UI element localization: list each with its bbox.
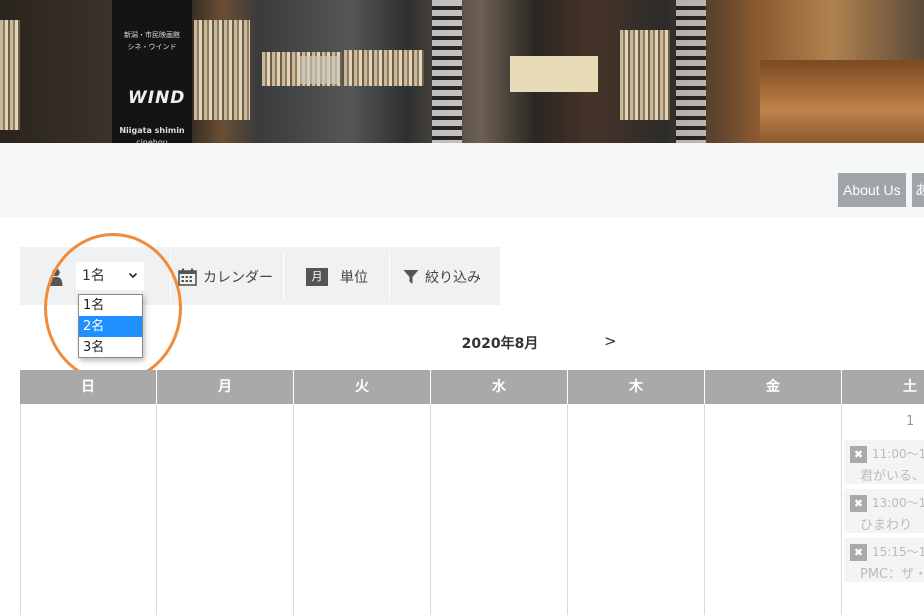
month-title: 2020年8月 [461, 336, 539, 352]
event-time: 15:15～1 [872, 545, 924, 559]
weekday-sat: 土 [903, 379, 917, 395]
unit-button[interactable]: 月 単位 [306, 266, 368, 288]
month-unit-badge: 月 [306, 268, 328, 286]
event-time: 11:00～12: [872, 447, 924, 461]
weekday-mon: 月 [218, 379, 232, 395]
filter-icon [403, 270, 419, 284]
header-bar [0, 143, 924, 217]
wind-logo: WIND [128, 88, 186, 108]
calendar-view-button[interactable]: カレンダー [178, 266, 273, 288]
grid-line [567, 370, 568, 404]
event-title: PMC：ザ・ [860, 567, 924, 582]
filter-button[interactable]: 絞り込み [403, 266, 481, 288]
weekday-sun: 日 [81, 379, 95, 395]
weekday-tue: 火 [355, 379, 369, 395]
banner-image: 新潟・市民映画館 シネ・ウインド WIND Niigata shimin cin… [0, 0, 924, 143]
grid-line [430, 404, 431, 615]
event-item[interactable]: ✖ 13:00～1 ひまわり [844, 489, 924, 533]
grid-line [567, 404, 568, 615]
filter-label: 絞り込み [425, 270, 481, 286]
close-icon[interactable]: ✖ [850, 446, 867, 463]
event-item[interactable]: ✖ 11:00～12: 君がいる、 [844, 440, 924, 484]
grid-line [841, 370, 842, 404]
annotation-highlight-circle [44, 233, 182, 383]
event-title: 君がいる、 [860, 469, 924, 484]
toolbar-divider [283, 252, 284, 300]
nav-about-us[interactable]: About Us [838, 173, 906, 207]
grid-line [20, 404, 21, 615]
event-item[interactable]: ✖ 15:15～1 PMC：ザ・ [844, 538, 924, 582]
weekday-fri: 金 [766, 379, 780, 395]
film-strip-decoration [432, 0, 462, 143]
sign-text-2: シネ・ウインド [127, 43, 177, 51]
toolbar-divider [389, 252, 390, 300]
cinema-sign: 新潟・市民映画館 シネ・ウインド WIND Niigata shimin cin… [112, 0, 192, 143]
grid-line [293, 370, 294, 404]
next-month-arrow[interactable]: > [604, 332, 617, 350]
film-strip-decoration-2 [676, 0, 706, 143]
close-icon[interactable]: ✖ [850, 495, 867, 512]
event-title: ひまわり [860, 518, 913, 533]
grid-line [704, 370, 705, 404]
sign-text-1: 新潟・市民映画館 [124, 31, 180, 39]
grid-line [704, 404, 705, 615]
calendar-view-label: カレンダー [203, 270, 273, 286]
sign-footer: Niigata shimin [119, 126, 185, 135]
grid-line [293, 404, 294, 615]
event-time: 13:00～1 [872, 496, 924, 510]
grid-line [430, 370, 431, 404]
nav-next-item[interactable]: あ [912, 173, 924, 207]
page: 新潟・市民映画館 シネ・ウインド WIND Niigata shimin cin… [0, 0, 924, 615]
weekday-wed: 水 [492, 379, 506, 395]
weekday-thu: 木 [629, 379, 643, 395]
unit-label: 単位 [340, 270, 368, 286]
day-number: 1 [906, 414, 915, 429]
grid-line [841, 404, 842, 615]
grid-line [156, 370, 157, 404]
grid-line [156, 404, 157, 615]
close-icon[interactable]: ✖ [850, 544, 867, 561]
wood-floor [760, 60, 924, 143]
calendar-icon [178, 268, 197, 286]
